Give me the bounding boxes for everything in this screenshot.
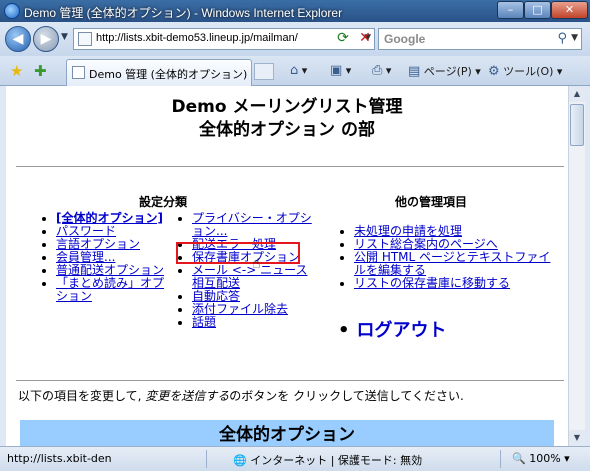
logout-link[interactable]: ログアウト [357,320,447,341]
recent-pages-dropdown[interactable]: ▼ [61,32,68,42]
search-dropdown-icon[interactable]: ▼ [571,33,578,43]
section-heading: 全体的オプション [20,420,554,446]
page-title-line2: 全体的オプション の部 [199,120,375,140]
tab-label: Demo 管理 (全体的オプション) [89,68,248,81]
feed-icon: ▣ [330,63,343,78]
search-box[interactable]: Google ⚲ ▼ [378,28,582,50]
zoom-icon: 🔍 [512,452,526,465]
link-edit-html[interactable]: 公開 HTML ページとテキストファイルを編集する [354,250,550,277]
link-listinfo[interactable]: リスト総合案内のページへ [354,237,498,251]
link-passwords[interactable]: パスワード [56,224,116,238]
instruction-prefix: 以下の項目を変更して, [18,389,146,403]
ie-icon [4,3,20,19]
home-button[interactable]: ⌂ ▾ [290,63,307,78]
settings-list-col1: [全体的オプション] パスワード 言語オプション 会員管理... 普通配送オプシ… [41,212,166,303]
list-item: プライバシー・オプション... [192,212,312,238]
other-admin-list: 未処理の申請を処理 リスト総合案内のページへ 公開 HTML ページとテキストフ… [339,225,554,290]
scroll-up-icon[interactable]: ▲ [569,86,585,102]
favorites-star-icon[interactable]: ★ [10,62,23,80]
page-icon [78,32,92,46]
close-button[interactable]: ✕ [551,1,588,19]
link-go-archive[interactable]: リストの保存書庫に移動する [354,276,510,290]
link-language[interactable]: 言語オプション [56,237,140,251]
instruction-suffix: のボタンを クリックして送信してください. [229,389,464,403]
tools-menu[interactable]: ⚙ ツール(O) ▾ [488,63,562,79]
link-members[interactable]: 会員管理... [56,250,115,264]
forward-button[interactable]: ▶ [33,26,59,52]
status-separator [500,450,501,468]
page-menu-label: ページ(P) [423,65,472,78]
security-zone[interactable]: 🌐 インターネット | 保護モード: 無効 [233,452,422,468]
page-menu-icon: ▤ [408,64,421,79]
new-tab-button[interactable] [254,63,274,80]
window-title: Demo 管理 (全体的オプション) - Windows Internet Ex… [24,6,343,20]
zone-label: インターネット | 保護モード: 無効 [250,454,423,467]
maximize-button[interactable]: □ [524,1,551,19]
title-bar: Demo 管理 (全体的オプション) - Windows Internet Ex… [0,0,590,22]
page-menu[interactable]: ▤ ページ(P) ▾ [408,63,481,79]
globe-icon: 🌐 [233,454,247,467]
link-topics[interactable]: 話題 [192,315,216,329]
instruction-emphasis: 変更を送信する [145,389,230,403]
zoom-level: 100% [529,452,561,465]
divider-top [16,166,564,167]
status-bar: http://lists.xbit-den 🌐 インターネット | 保護モード:… [0,446,590,471]
page-title: Demo メーリングリスト管理 全体的オプション の部 [6,96,568,142]
scroll-thumb[interactable] [570,104,584,146]
print-button[interactable]: ⎙ ▾ [372,63,391,78]
link-digest[interactable]: 「まとめ読み」オプション [56,276,164,303]
link-nondigest[interactable]: 普通配送オプション [56,263,164,277]
instruction-text: 以下の項目を変更して, 変更を送信するのボタンを クリックして送信してください. [18,387,464,404]
navigation-bar: ◀ ▶ ▼ http://lists.xbit-demo53.lineup.jp… [0,22,590,56]
list-item: リストの保存書庫に移動する [354,277,554,290]
print-icon: ⎙ [372,63,383,78]
page-title-line1: Demo メーリングリスト管理 [171,97,403,117]
list-item: 「まとめ読み」オプション [56,277,166,303]
feeds-button[interactable]: ▣ ▾ [330,63,351,78]
settings-list-col2: プライバシー・オプション... 配送エラー処理 保存書庫オプション メール <-… [177,212,312,329]
right-frame [585,86,590,446]
address-bar[interactable]: http://lists.xbit-demo53.lineup.jp/mailm… [73,28,375,50]
stop-icon[interactable]: ✕ [356,30,374,48]
zoom-control[interactable]: 🔍 100% ▾ [512,452,570,465]
home-icon: ⌂ [290,63,299,78]
status-url: http://lists.xbit-den [7,452,112,465]
list-item: 話題 [192,316,312,329]
tab-page-icon [72,66,85,79]
link-pending-requests[interactable]: 未処理の申請を処理 [354,224,462,238]
settings-heading: 設定分類 [139,195,188,209]
scroll-down-icon[interactable]: ▼ [569,430,585,446]
highlight-box [176,242,300,264]
search-input[interactable]: Google [384,32,425,46]
divider-bottom [16,380,564,381]
address-url[interactable]: http://lists.xbit-demo53.lineup.jp/mailm… [96,32,298,44]
link-privacy[interactable]: プライバシー・オプション... [192,211,312,238]
logout-item: ログアウト [338,316,447,342]
vertical-scrollbar[interactable]: ▲ ▼ [568,86,585,446]
list-item: 公開 HTML ページとテキストファイルを編集する [354,251,554,277]
other-heading: 他の管理項目 [395,195,468,209]
add-favorites-icon[interactable]: ✚ [34,62,47,80]
tab-active[interactable]: Demo 管理 (全体的オプション) [66,59,252,86]
minimize-button[interactable]: – [497,1,524,19]
status-separator [206,450,207,468]
gear-icon: ⚙ [488,64,500,79]
link-general-options[interactable]: [全体的オプション] [56,211,163,225]
tab-bar: ★ ✚ Demo 管理 (全体的オプション) ⌂ ▾ ▣ ▾ ⎙ ▾ ▤ ページ… [0,56,590,86]
link-content-filter[interactable]: 添付ファイル除去 [192,302,288,316]
search-icon[interactable]: ⚲ [557,31,567,46]
link-autoreply[interactable]: 自動応答 [192,289,240,303]
page-content: Demo メーリングリスト管理 全体的オプション の部 設定分類 他の管理項目 … [6,86,568,446]
back-button[interactable]: ◀ [5,26,31,52]
tools-menu-label: ツール(O) [503,65,554,78]
link-gateway[interactable]: メール <-> ニュース相互配送 [192,263,307,290]
hand-cursor-icon: ☝ [252,256,261,272]
refresh-icon[interactable]: ⟳ [334,30,352,48]
